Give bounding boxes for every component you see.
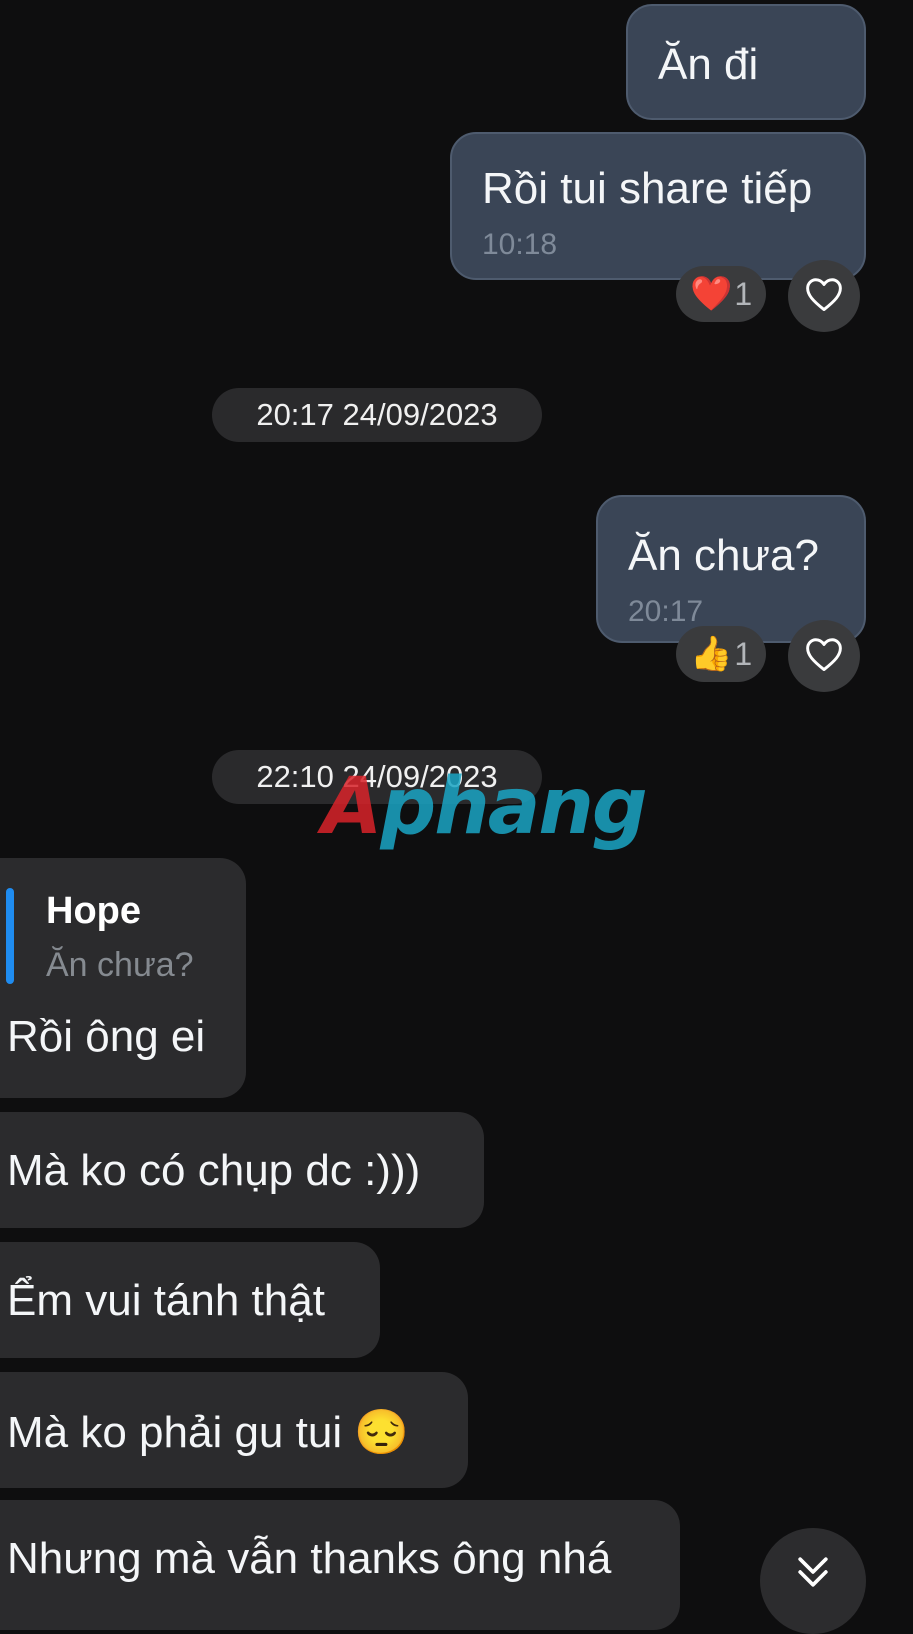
message-text: Rồi tui share tiếp <box>482 164 813 213</box>
scroll-to-bottom-button[interactable] <box>760 1528 866 1634</box>
reply-sender-name: Hope <box>46 890 141 932</box>
incoming-message[interactable]: Ểm vui tánh thật <box>0 1242 380 1358</box>
incoming-message[interactable]: Nhưng mà vẫn thanks ông nhá <box>0 1500 680 1630</box>
reaction-badge[interactable]: ❤️ 1 <box>676 266 766 322</box>
reaction-badge[interactable]: 👍 1 <box>676 626 766 682</box>
date-separator: 20:17 24/09/2023 <box>212 388 542 442</box>
heart-outline-icon <box>804 276 844 317</box>
message-text: Rồi ông ei <box>7 1012 206 1061</box>
reply-quoted-text: Ăn chưa? <box>46 946 194 984</box>
message-text: Ăn chưa? <box>628 531 819 580</box>
watermark-part-b: phang <box>380 762 647 852</box>
incoming-message[interactable]: Mà ko có chụp dc :))) <box>0 1112 484 1228</box>
outgoing-message[interactable]: Rồi tui share tiếp 10:18 <box>450 132 866 280</box>
incoming-message[interactable]: Hope Ăn chưa? Rồi ông ei <box>0 858 246 1098</box>
reaction-count: 1 <box>734 275 753 312</box>
like-button[interactable] <box>788 620 860 692</box>
double-chevron-down-icon <box>791 1550 835 1599</box>
watermark-logo: Aphang <box>322 762 648 852</box>
message-text: Mà ko có chụp dc :))) <box>7 1146 421 1195</box>
heart-outline-icon <box>804 636 844 677</box>
message-text: Mà ko phải gu tui 😔 <box>7 1408 410 1457</box>
message-text: Nhưng mà vẫn thanks ông nhá <box>7 1534 612 1583</box>
heart-emoji: ❤️ <box>690 275 733 313</box>
reply-quote-bar <box>6 888 14 984</box>
message-timestamp: 10:18 <box>482 228 558 261</box>
like-button[interactable] <box>788 260 860 332</box>
message-text: Ăn đi <box>658 40 759 89</box>
thumbs-up-emoji: 👍 <box>690 635 733 673</box>
incoming-message[interactable]: Mà ko phải gu tui 😔 <box>0 1372 468 1488</box>
message-text: Ểm vui tánh thật <box>7 1276 325 1325</box>
reaction-count: 1 <box>734 635 753 672</box>
watermark-part-a: A <box>322 762 382 852</box>
message-timestamp: 20:17 <box>628 595 704 628</box>
outgoing-message[interactable]: Ăn đi <box>626 4 866 120</box>
